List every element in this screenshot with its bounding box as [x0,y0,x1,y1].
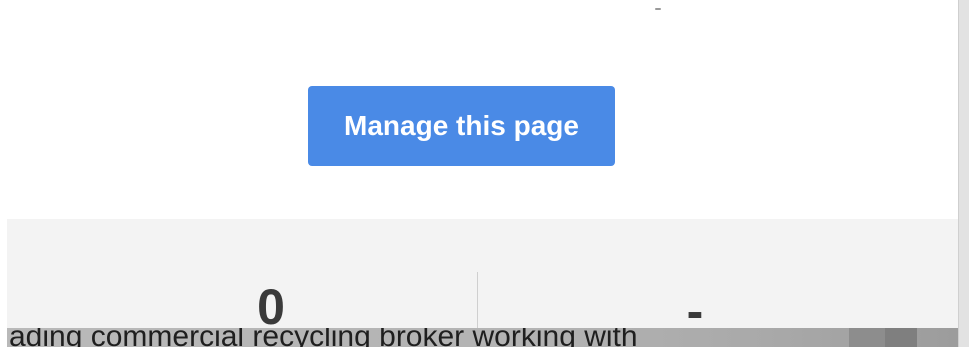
stat-value-left: 0 [257,279,285,335]
left-edge [0,0,7,347]
top-separator-mark [655,8,661,10]
window-edge-scrollbar[interactable] [958,0,969,347]
overlay-banner: ading commercial recycling broker workin… [7,328,958,347]
overlay-banner-segment [849,328,885,347]
overlay-banner-text: ading commercial recycling broker workin… [9,328,638,347]
overlay-banner-segment [885,328,917,347]
manage-page-button[interactable]: Manage this page [308,86,615,166]
